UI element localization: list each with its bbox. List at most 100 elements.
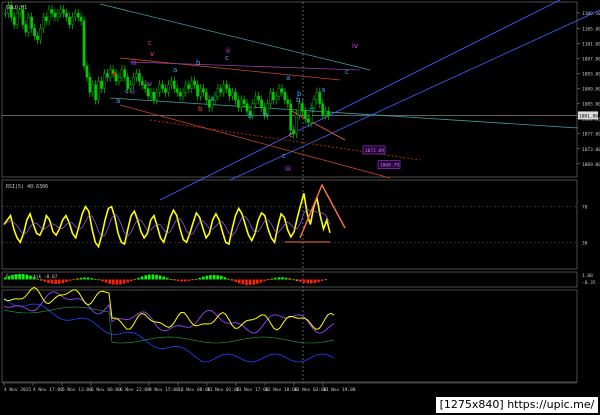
candle-body (236, 99, 240, 108)
wave-label: b (198, 105, 203, 113)
candle-body (135, 73, 138, 78)
fisher-bar (205, 275, 209, 280)
wave-label: a (210, 95, 214, 103)
price-tick-label: 1073.00 (582, 147, 600, 153)
time-tick-label: 10 Nov 08:00 (178, 387, 211, 393)
candle-body (187, 84, 191, 89)
candle-body (268, 92, 272, 104)
trading-chart-window: 1109.101105.001101.001097.001093.001089.… (0, 0, 600, 415)
fisher-bar (108, 279, 111, 284)
wave-label: b (296, 96, 301, 104)
candle-body (36, 35, 39, 40)
fisher-bar (284, 277, 288, 280)
candle-body (242, 99, 246, 104)
fisher-bar (191, 279, 194, 281)
watermark: [1275x840] https://upic.me/ (436, 397, 598, 413)
fisher-bar (252, 279, 255, 285)
candle-body (140, 80, 144, 85)
bottom-blue-line (3, 297, 335, 363)
candle-body (53, 13, 57, 18)
fisher-bar (158, 275, 162, 280)
candle-body (68, 16, 71, 25)
fisher-bar (148, 274, 151, 280)
rsi-title: RSI(5) 40.6306 (6, 184, 48, 190)
fisher-bar (50, 279, 54, 284)
candle-body (306, 118, 310, 123)
fisher-bar (94, 278, 97, 280)
candle-body (50, 9, 54, 14)
candle-body (289, 103, 293, 131)
candle-body (41, 16, 45, 29)
fisher-bar (122, 279, 126, 284)
candle-body (65, 13, 68, 18)
candle-body (295, 114, 298, 134)
fisher-bar (25, 274, 29, 280)
fisher-bar (263, 279, 266, 282)
candle-body (219, 88, 223, 93)
candle-body (245, 103, 249, 112)
wave-label: a (173, 66, 177, 74)
fisher-bar (259, 279, 263, 283)
trendline-teal-lower (109, 97, 579, 129)
candle-body (172, 80, 176, 89)
wave-label: c (282, 152, 286, 160)
candle-body (271, 92, 275, 101)
candle-body (202, 88, 205, 93)
candle-body (137, 73, 141, 82)
fisher-bar (130, 279, 133, 282)
candle-body (155, 92, 159, 101)
fisher-bar (40, 279, 43, 281)
candle-body (56, 13, 60, 18)
candle-body (286, 99, 290, 104)
fisher-bar (198, 277, 201, 280)
target-price-label: 1072.69 (365, 148, 384, 154)
wave-label: a (264, 111, 268, 119)
candle-body (277, 88, 281, 97)
fisher-bar (61, 279, 65, 284)
fisher-bar (4, 277, 7, 280)
candle-body (274, 95, 278, 101)
candle-body (175, 88, 179, 93)
wave-label: c (289, 131, 293, 139)
fisher-bar (202, 276, 205, 280)
bottom-green-line (3, 306, 335, 344)
fisher-bar (248, 279, 252, 286)
candle-body (33, 28, 36, 37)
fisher-bar (169, 279, 173, 280)
wave-label: c (148, 39, 152, 47)
price-tick-label: 1089.00 (582, 87, 600, 93)
candle-body (103, 73, 106, 89)
wave-label: a (321, 86, 325, 94)
fisher-bar (155, 274, 158, 280)
candle-body (303, 110, 307, 119)
fisher-bar (115, 279, 119, 285)
time-tick-label: 12 Nov 10:00 (265, 387, 298, 393)
fisher-bar (86, 277, 90, 280)
fisher-bar (72, 279, 75, 281)
candle-body (327, 110, 330, 116)
fisher-bar (104, 279, 108, 283)
candle-body (47, 9, 51, 22)
fisher-bar (234, 279, 237, 282)
rsi-level-label: 30 (582, 240, 588, 246)
fisher-bar (14, 274, 18, 280)
wave-label: iv (352, 42, 358, 50)
wave-label: c (125, 87, 129, 95)
fisher-bar (76, 278, 79, 280)
candle-body (260, 99, 263, 108)
fisher-bar (43, 279, 47, 282)
candle-body (152, 92, 156, 101)
fisher-bar (11, 274, 14, 280)
fisher-bar (277, 277, 281, 280)
fisher-bar (223, 277, 227, 280)
wave-label: c (225, 54, 229, 62)
time-tick-label: 4 Nov 2015 (4, 387, 31, 393)
candle-body (94, 84, 98, 101)
fisher-bar (194, 279, 198, 280)
candle-body (79, 16, 83, 22)
candle-body (184, 84, 188, 93)
wave-label: iv (146, 80, 152, 88)
candle-body (161, 84, 164, 89)
candle-body (204, 92, 208, 101)
fisher-bar (97, 279, 101, 281)
